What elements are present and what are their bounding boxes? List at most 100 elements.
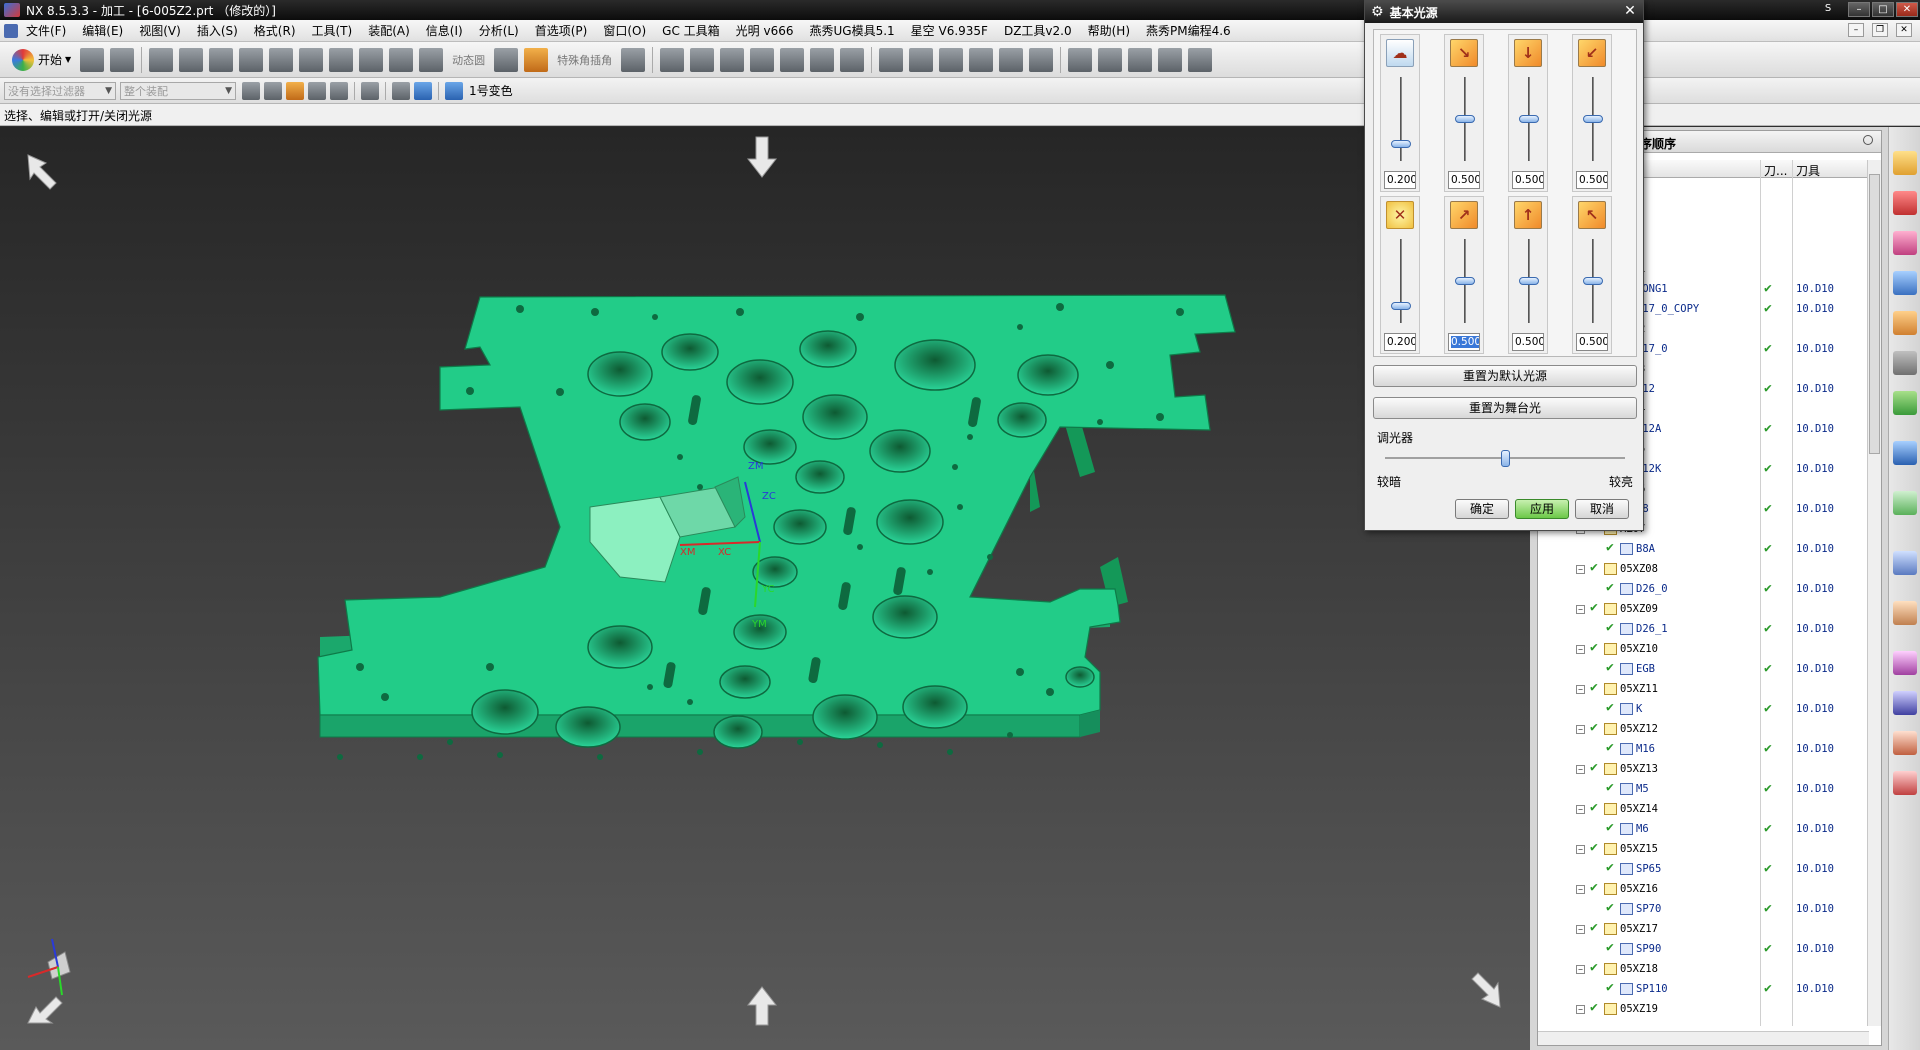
program-group-row[interactable]: − ✔ 05XZ09 (1538, 599, 1869, 619)
reset-default-lights-button[interactable]: 重置为默认光源 (1373, 365, 1637, 387)
mdi-restore-button[interactable]: ❐ (1872, 23, 1888, 37)
tool-icon-18[interactable] (939, 47, 964, 72)
mdi-minimize-button[interactable]: – (1848, 23, 1864, 37)
menu-edit[interactable]: 编辑(E) (74, 22, 131, 39)
scroll-thumb[interactable] (1869, 174, 1880, 454)
select-box-icon[interactable] (361, 81, 379, 100)
program-group-row[interactable]: − ✔ 05XZ12 (1538, 719, 1869, 739)
operation-navigator-icon[interactable] (1893, 271, 1917, 295)
reset-stage-lights-button[interactable]: 重置为舞台光 (1373, 397, 1637, 419)
program-group-row[interactable]: − ✔ 05XZ15 (1538, 839, 1869, 859)
tool-icon-1[interactable] (149, 47, 174, 72)
light-value-field[interactable]: 0.200 (1384, 171, 1416, 189)
column-tool[interactable]: 刀具 (1796, 162, 1820, 179)
flag-icon[interactable] (524, 47, 549, 72)
tool-icon-24[interactable] (1128, 47, 1153, 72)
clock-icon[interactable] (1893, 551, 1917, 575)
forward-arrow-icon[interactable] (690, 47, 715, 72)
light-front-left-icon[interactable]: ↗ (1450, 201, 1478, 229)
program-group-row[interactable]: − ✔ 05XZ19 (1538, 999, 1869, 1019)
pin-icon[interactable] (1863, 135, 1873, 145)
tool-icon-2[interactable] (179, 47, 204, 72)
circle-icon[interactable] (840, 47, 865, 72)
tool-icon-5[interactable] (269, 47, 294, 72)
open-icon[interactable] (80, 47, 105, 72)
light-value-field[interactable]: 0.500 (1448, 333, 1480, 351)
cancel-button[interactable]: 取消 (1575, 499, 1629, 519)
start-button[interactable]: 开始 ▼ (6, 46, 77, 74)
dynamic-circle-button[interactable]: 动态圆 (446, 52, 491, 68)
menu-window[interactable]: 窗口(O) (595, 22, 654, 39)
collapse-icon[interactable]: − (1576, 1005, 1585, 1014)
minimize-button[interactable]: – (1848, 2, 1870, 17)
process-studio-icon[interactable] (1893, 771, 1917, 795)
tool-icon-16[interactable] (879, 47, 904, 72)
operation-row[interactable]: ✔ ✔ EGB 10.D10 (1538, 659, 1869, 679)
tool-icon-9[interactable] (419, 47, 444, 72)
menu-view[interactable]: 视图(V) (131, 22, 189, 39)
light-back-icon[interactable]: ↑ (1514, 201, 1542, 229)
dialog-close-button[interactable]: ✕ (1621, 3, 1639, 20)
visual-palette-icon[interactable] (1893, 651, 1917, 675)
light-slider-handle[interactable] (1519, 115, 1539, 123)
light-slider-handle[interactable] (1583, 115, 1603, 123)
snap-icon-3[interactable] (286, 81, 304, 100)
tool-icon-8[interactable] (359, 47, 384, 72)
light-value-field[interactable]: 0.500 (1576, 333, 1608, 351)
tool-icon-25[interactable] (1158, 47, 1183, 72)
operation-row[interactable]: ✔ ✔ SP70 10.D10 (1538, 899, 1869, 919)
menu-format[interactable]: 格式(R) (246, 22, 304, 39)
operation-row[interactable]: ✔ ✔ M16 10.D10 (1538, 739, 1869, 759)
tool-icon-13[interactable] (750, 47, 775, 72)
cube-icon[interactable] (414, 81, 432, 100)
ok-button[interactable]: 确定 (1455, 499, 1509, 519)
menu-tools[interactable]: 工具(T) (304, 22, 361, 39)
collapse-icon[interactable]: − (1576, 805, 1585, 814)
collapse-icon[interactable]: − (1576, 925, 1585, 934)
light-slider-handle[interactable] (1455, 115, 1475, 123)
light-slider-handle[interactable] (1455, 277, 1475, 285)
menu-yanxiu-pm[interactable]: 燕秀PM编程4.6 (1138, 22, 1239, 39)
menu-help[interactable]: 帮助(H) (1080, 22, 1138, 39)
menu-preferences[interactable]: 首选项(P) (527, 22, 596, 39)
light-slider-handle[interactable] (1391, 302, 1411, 311)
operation-row[interactable]: ✔ ✔ M5 10.D10 (1538, 779, 1869, 799)
program-group-row[interactable]: − ✔ 05XZ10 (1538, 639, 1869, 659)
collapse-icon[interactable]: − (1576, 645, 1585, 654)
snap-icon-4[interactable] (308, 81, 326, 100)
layer-color-label[interactable]: 1号变色 (469, 82, 513, 99)
part-navigator-icon[interactable] (1893, 231, 1917, 255)
snap-icon-5[interactable] (330, 81, 348, 100)
program-group-row[interactable]: − ✔ 05XZ16 (1538, 879, 1869, 899)
light-value-field[interactable]: 0.500 (1448, 171, 1480, 189)
mdi-close-button[interactable]: ✕ (1896, 23, 1912, 37)
tool-icon-19[interactable] (969, 47, 994, 72)
operation-row[interactable]: ✔ ✔ SP65 10.D10 (1538, 859, 1869, 879)
assembly-navigator-icon[interactable] (1893, 151, 1917, 175)
light-slider-track[interactable] (1400, 239, 1402, 323)
collapse-icon[interactable]: − (1576, 725, 1585, 734)
tool-icon-6[interactable] (299, 47, 324, 72)
collapse-icon[interactable]: − (1576, 765, 1585, 774)
snap-icon-1[interactable] (242, 81, 260, 100)
operation-row[interactable]: ✔ ✔ SP110 10.D10 (1538, 979, 1869, 999)
menu-file[interactable]: 文件(F) (18, 22, 74, 39)
tool-icon-14[interactable] (780, 47, 805, 72)
reuse-library-icon[interactable] (1893, 351, 1917, 375)
menu-dz-tools[interactable]: DZ工具v2.0 (996, 22, 1080, 39)
menu-guangming[interactable]: 光明 v666 (728, 22, 802, 39)
tool-icon-26[interactable] (1188, 47, 1213, 72)
system-materials-icon[interactable] (1893, 601, 1917, 625)
operation-row[interactable]: ✔ ✔ D26_0 10.D10 (1538, 579, 1869, 599)
program-group-row[interactable]: − ✔ 05XZ13 (1538, 759, 1869, 779)
program-group-row[interactable]: − ✔ 05XZ14 (1538, 799, 1869, 819)
tool-icon-3[interactable] (209, 47, 234, 72)
operation-row[interactable]: ✔ ✔ SP90 10.D10 (1538, 939, 1869, 959)
tool-icon-12[interactable] (720, 47, 745, 72)
snap-icon-2[interactable] (264, 81, 282, 100)
tool-icon-23[interactable] (1098, 47, 1123, 72)
apply-button[interactable]: 应用 (1515, 499, 1569, 519)
dialog-title-bar[interactable]: ⚙ 基本光源 ✕ (1365, 1, 1643, 23)
program-group-row[interactable]: − ✔ 05XZ18 (1538, 959, 1869, 979)
menu-insert[interactable]: 插入(S) (189, 22, 246, 39)
